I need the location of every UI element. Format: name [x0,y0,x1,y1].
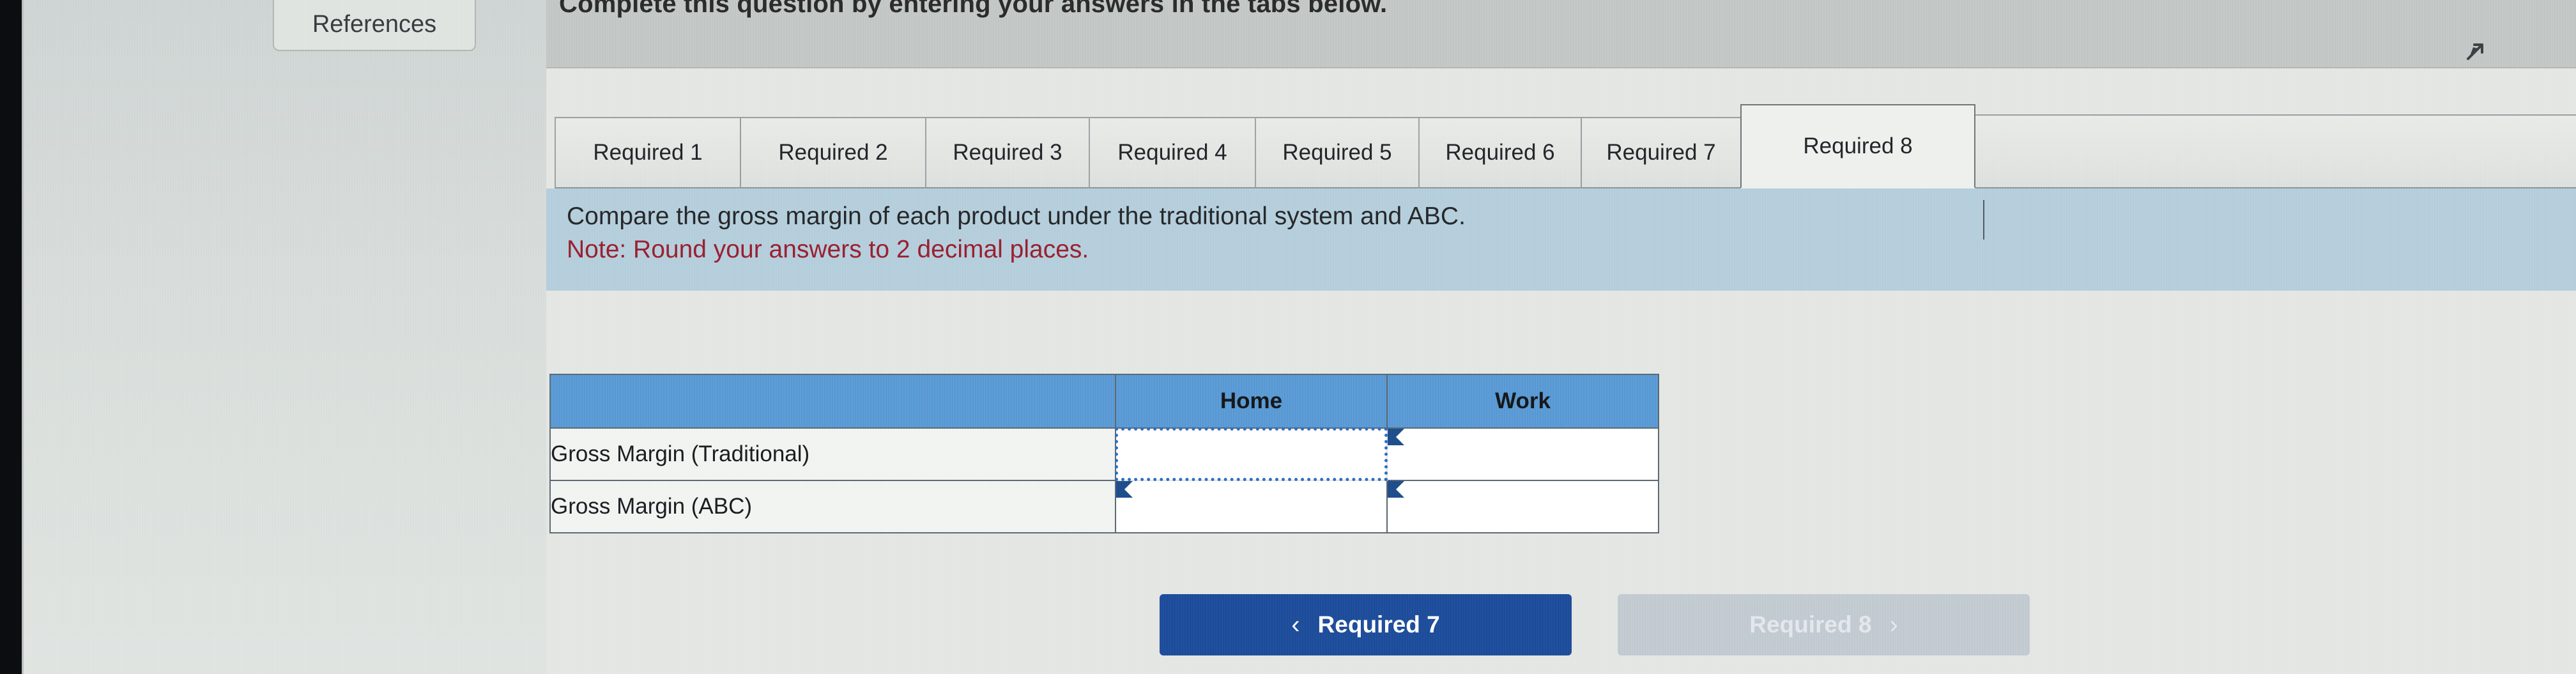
references-button-label: References [312,11,437,38]
tab-required-1-label: Required 1 [593,140,703,165]
input-abc-home[interactable] [1116,481,1386,532]
requirement-nav-bar: ‹ Required 7 Required 8 › [1160,594,2030,655]
table-row: Gross Margin (ABC) [549,480,1659,533]
chevron-left-icon: ‹ [1291,611,1300,639]
references-button[interactable]: References [273,0,476,51]
next-required-button: Required 8 › [1618,594,2030,655]
tab-required-2-label: Required 2 [778,140,888,165]
input-traditional-home[interactable] [1116,429,1386,480]
tab-required-4[interactable]: Required 4 [1089,117,1256,188]
tab-required-8-label: Required 8 [1803,134,1913,158]
required-tab-strip[interactable]: Required 1 Required 2 Required 3 Require… [555,104,2576,188]
next-required-label: Required 8 [1749,611,1872,638]
instruction-text: Compare the gross margin of each product… [567,203,1466,230]
cell-abc-work[interactable] [1386,480,1659,533]
tab-required-3[interactable]: Required 3 [925,117,1090,188]
row-label-gross-margin-traditional: Gross Margin (Traditional) [549,427,1116,481]
prev-required-button[interactable]: ‹ Required 7 [1160,594,1572,655]
tab-required-1[interactable]: Required 1 [555,117,741,188]
prev-required-label: Required 7 [1317,611,1440,638]
tab-required-5-label: Required 5 [1282,140,1392,165]
question-content-card: Complete this question by entering your … [546,0,2576,674]
table-header-home: Home [1115,374,1388,429]
screen-left-bezel [0,0,22,674]
row-label-gross-margin-abc: Gross Margin (ABC) [549,480,1116,533]
screen-root: References Complete this question by ent… [0,0,2576,674]
table-header-blank [549,374,1116,429]
table-header-row: Home Work [549,374,1659,429]
expand-arrow-icon[interactable] [2463,38,2488,64]
tab-required-7-label: Required 7 [1606,140,1716,165]
chevron-right-icon: › [1889,611,1898,639]
tab-required-3-label: Required 3 [953,140,1062,165]
instruction-note: Note: Round your answers to 2 decimal pl… [567,235,1089,263]
gross-margin-table: Home Work Gross Margin (Traditional) Gro… [549,374,1659,533]
cell-traditional-home[interactable] [1115,427,1388,481]
tab-required-6-label: Required 6 [1445,140,1555,165]
cell-traditional-work[interactable] [1386,427,1659,481]
tab-strip-filler [1974,114,2576,188]
content-header-band: Complete this question by entering your … [546,0,2576,68]
text-cursor-caret [1983,200,1984,240]
page-left-border [22,0,24,674]
tab-required-6[interactable]: Required 6 [1418,117,1582,188]
input-abc-work[interactable] [1388,481,1658,532]
header-instruction-text: Complete this question by entering your … [559,0,1388,18]
tab-required-2[interactable]: Required 2 [740,117,926,188]
tab-required-4-label: Required 4 [1117,140,1227,165]
table-header-work: Work [1386,374,1659,429]
instruction-panel: Compare the gross margin of each product… [546,188,2576,291]
tab-required-7[interactable]: Required 7 [1581,117,1742,188]
tab-required-8[interactable]: Required 8 [1740,104,1975,188]
cell-abc-home[interactable] [1115,480,1388,533]
input-traditional-work[interactable] [1388,429,1658,480]
tab-required-5[interactable]: Required 5 [1255,117,1420,188]
table-row: Gross Margin (Traditional) [549,427,1659,481]
